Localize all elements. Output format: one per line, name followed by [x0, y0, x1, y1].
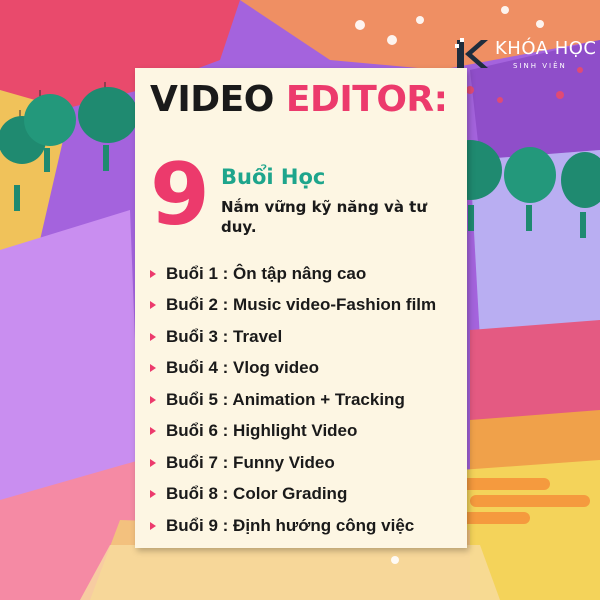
list-item: Buổi 7 : Funny Video: [150, 447, 460, 479]
bullet-icon: [150, 301, 156, 310]
title-editor: EDITOR: [285, 79, 434, 120]
brand-logo: KHÓA HỌC SINH VIÊN: [455, 32, 600, 78]
bullet-icon: [150, 427, 156, 436]
title-video: VIDEO: [150, 79, 274, 120]
list-item: Buổi 9 : Định hướng công việc: [150, 510, 460, 542]
list-item: Buổi 5 : Animation + Tracking: [150, 384, 460, 416]
session-count: 9: [150, 145, 210, 245]
list-item: Buổi 4 : Vlog video: [150, 353, 460, 385]
title-colon: :: [433, 79, 448, 120]
sessions-label: Buổi Học: [221, 165, 326, 189]
list-item: Buổi 3 : Travel: [150, 321, 460, 353]
logo-subtitle: SINH VIÊN: [513, 62, 567, 70]
list-item: Buổi 1 : Ôn tập nâng cao: [150, 258, 460, 290]
list-item: Buổi 8 : Color Grading: [150, 479, 460, 511]
session-list: Buổi 1 : Ôn tập nâng cao Buổi 2 : Music …: [150, 258, 460, 542]
bullet-icon: [150, 490, 156, 499]
list-item: Buổi 2 : Music video-Fashion film: [150, 290, 460, 322]
bullet-icon: [150, 395, 156, 404]
subtitle: Nắm vững kỹ năng và tư duy.: [221, 198, 428, 236]
bullet-icon: [150, 332, 156, 341]
bullet-icon: [150, 521, 156, 530]
page-title: VIDEO EDITOR:: [150, 82, 448, 118]
bullet-icon: [150, 269, 156, 278]
bullet-icon: [150, 458, 156, 467]
logo-title: KHÓA HỌC: [495, 38, 597, 59]
bullet-icon: [150, 364, 156, 373]
list-item: Buổi 6 : Highlight Video: [150, 416, 460, 448]
logo-k-icon: [455, 38, 488, 68]
